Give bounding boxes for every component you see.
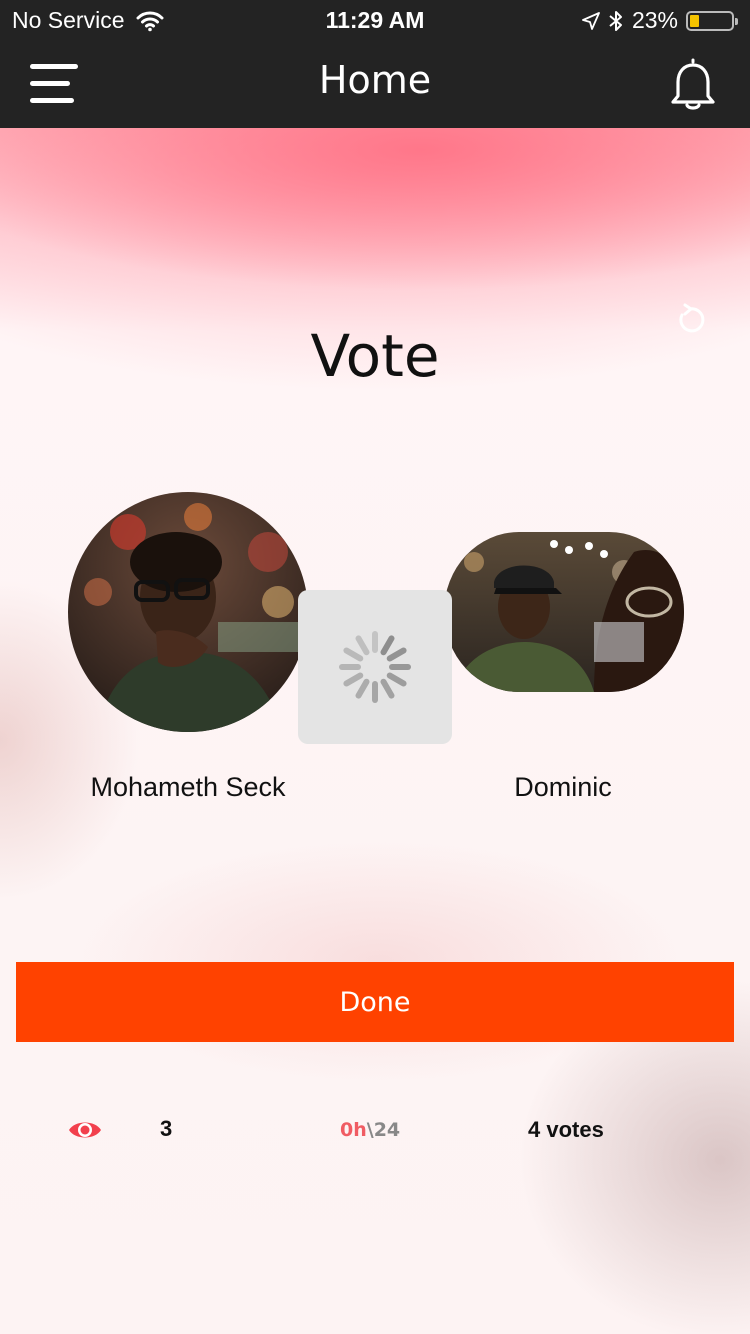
avatar-photo bbox=[68, 492, 308, 732]
spinner-spoke bbox=[380, 678, 395, 699]
battery-level bbox=[690, 14, 699, 27]
spinner-spoke bbox=[343, 672, 364, 687]
candidate-avatar-right[interactable] bbox=[444, 532, 684, 692]
candidate-avatar-left[interactable] bbox=[68, 492, 308, 732]
spinner-spoke bbox=[355, 635, 370, 656]
battery-nub bbox=[735, 17, 738, 25]
spinner-spoke bbox=[355, 678, 370, 699]
done-button[interactable]: Done bbox=[16, 962, 734, 1042]
spinner-icon bbox=[339, 631, 411, 703]
time-remaining: 0h\24 bbox=[340, 1119, 400, 1141]
vote-heading: Vote bbox=[310, 322, 440, 390]
battery-icon bbox=[686, 10, 738, 31]
location-icon bbox=[582, 11, 600, 30]
timer-hours: 0h bbox=[340, 1119, 367, 1141]
spinner-spoke bbox=[380, 635, 395, 656]
votes-count: 4 votes bbox=[528, 1117, 604, 1142]
battery-percent: 23% bbox=[631, 7, 678, 33]
candidate-name-right: Dominic bbox=[514, 772, 612, 802]
loading-overlay bbox=[298, 590, 452, 744]
timer-separator: \ bbox=[366, 1119, 374, 1141]
status-right: 23% bbox=[582, 7, 738, 34]
timer-minutes: 24 bbox=[373, 1119, 401, 1141]
navigation-bar: Home bbox=[0, 40, 750, 128]
avatar-photo bbox=[444, 532, 684, 692]
spinner-spoke bbox=[343, 647, 364, 662]
bell-icon[interactable] bbox=[664, 56, 722, 114]
bluetooth-icon bbox=[609, 10, 622, 31]
spinner-spoke bbox=[386, 647, 407, 662]
eye-icon bbox=[69, 1122, 101, 1138]
spinner-spoke bbox=[386, 672, 407, 687]
candidate-name-left: Mohameth Seck bbox=[90, 772, 286, 802]
views-count: 3 bbox=[160, 1116, 173, 1141]
status-bar: No Service 11:29 AM 23% bbox=[0, 0, 750, 40]
stats-row: 3 0h\24 4 votes bbox=[0, 1112, 750, 1152]
page-title: Home bbox=[318, 58, 432, 102]
